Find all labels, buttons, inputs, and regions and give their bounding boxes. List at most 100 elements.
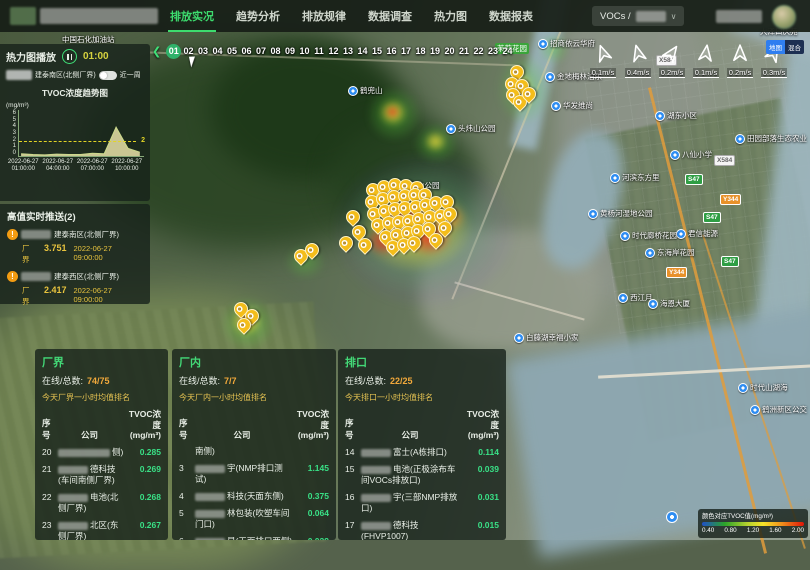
- map-label[interactable]: 时代山湖海: [738, 382, 788, 393]
- table-header: 序号 公司 TVOC浓度(mg/m³): [345, 409, 499, 441]
- wind-speed: 0.2m/s: [659, 68, 686, 78]
- hour-17[interactable]: 17: [399, 44, 414, 59]
- hour-06[interactable]: 06: [239, 44, 254, 59]
- menu-item[interactable]: 趋势分析: [236, 8, 280, 24]
- menu-item[interactable]: 排放规律: [302, 8, 346, 24]
- map-label[interactable]: 海恩大厦: [648, 298, 690, 309]
- menu-item[interactable]: 排放实况: [170, 8, 214, 24]
- hour-11[interactable]: 11: [312, 44, 327, 59]
- map-label[interactable]: 田园部落生态农业: [735, 133, 807, 144]
- map-label[interactable]: 君信能源: [676, 228, 718, 239]
- map-label[interactable]: 河滨东方里: [610, 172, 660, 183]
- table-row[interactable]: 4 科技(天面东侧) 0.375: [179, 491, 329, 502]
- row-number: 15: [345, 464, 361, 474]
- avatar[interactable]: [772, 5, 796, 29]
- poi-icon: [545, 72, 555, 82]
- table-row[interactable]: 15 电池(正极涂布车间VOCs排放口) 0.039: [345, 464, 499, 486]
- wind-arrow-icon: [627, 42, 649, 64]
- station-select-redacted[interactable]: [6, 70, 32, 80]
- poi-icon: [735, 134, 745, 144]
- x-tick: 2022-06-2710:00:00: [110, 159, 145, 173]
- hour-16[interactable]: 16: [384, 44, 399, 59]
- company-redacted: [361, 449, 391, 457]
- chevron-down-icon: ∨: [671, 12, 677, 21]
- hour-03[interactable]: 03: [196, 44, 211, 59]
- hour-10[interactable]: 10: [297, 44, 312, 59]
- road-badge: S47: [685, 174, 703, 185]
- hour-04[interactable]: 04: [210, 44, 225, 59]
- hour-18[interactable]: 18: [413, 44, 428, 59]
- hour-13[interactable]: 13: [341, 44, 356, 59]
- pollutant-select[interactable]: VOCs / ∨: [592, 6, 684, 26]
- map-type-button[interactable]: 混合: [785, 40, 804, 54]
- poi-icon: [750, 405, 760, 415]
- map-label[interactable]: 华发维尚: [551, 100, 593, 111]
- row-number: 14: [345, 447, 361, 457]
- hour-23[interactable]: 23: [486, 44, 501, 59]
- username-redacted: [716, 10, 762, 23]
- hour-20[interactable]: 20: [442, 44, 457, 59]
- table-row[interactable]: 22 电池(北侧厂界) 0.268: [42, 492, 161, 514]
- menu-item[interactable]: 数据报表: [489, 8, 533, 24]
- table-row[interactable]: 17 德科技(FHVP1007) 0.015: [345, 520, 499, 540]
- hour-24[interactable]: 24: [500, 44, 515, 59]
- scroll-left-icon[interactable]: ❮: [152, 45, 161, 58]
- map-label[interactable]: 东海岸花园: [645, 247, 695, 258]
- poi-icon: [610, 173, 620, 183]
- terrain-city-grid: [582, 36, 810, 333]
- table-row[interactable]: 5 林包装(吹塑车间门口) 0.064: [179, 508, 329, 530]
- hour-22[interactable]: 22: [471, 44, 486, 59]
- tvoc-value: 0.031: [465, 492, 499, 502]
- table-row[interactable]: 14 富士(A栋排口) 0.114: [345, 447, 499, 458]
- push-time: 2022-06-27 09:00:00: [74, 244, 144, 262]
- map-label[interactable]: 鹤兜山: [348, 85, 383, 96]
- map-label[interactable]: 鹤洲新区公交: [750, 404, 807, 415]
- wind-indicator: 0.1m/s: [586, 44, 620, 80]
- table-row[interactable]: 16 宇(三部NMP排放口) 0.031: [345, 492, 499, 514]
- hour-15[interactable]: 15: [370, 44, 385, 59]
- online-label: 在线/总数:: [345, 376, 386, 386]
- table-row[interactable]: 20 侧) 0.285: [42, 447, 161, 458]
- table-row[interactable]: 3 宇(NMP排口测试) 1.145: [179, 463, 329, 485]
- hour-05[interactable]: 05: [225, 44, 240, 59]
- x-tick: 2022-06-2707:00:00: [75, 159, 110, 173]
- map-label[interactable]: 湖东小区: [655, 110, 697, 121]
- map-type-button[interactable]: 地图: [766, 40, 785, 54]
- table-row[interactable]: 23 北区(东侧厂界) 0.267: [42, 520, 161, 540]
- hour-14[interactable]: 14: [355, 44, 370, 59]
- week-toggle[interactable]: [99, 71, 117, 80]
- push-item[interactable]: ! 建泰西区(北侧厂界) 厂界 2.417 2022-06-27 09:00:0…: [7, 271, 143, 307]
- push-time: 2022-06-27 09:00:00: [74, 286, 144, 304]
- map-label[interactable]: 黄杨河湿地公园: [588, 208, 653, 219]
- x-axis-labels: 2022-06-2701:00:002022-06-2704:00:002022…: [6, 159, 144, 173]
- hour-21[interactable]: 21: [457, 44, 472, 59]
- table-row[interactable]: 21 德科技(车间南侧厂界) 0.269: [42, 464, 161, 486]
- company-redacted: [195, 510, 225, 518]
- hour-07[interactable]: 07: [254, 44, 269, 59]
- map-label[interactable]: 八仙小学: [670, 149, 712, 160]
- map-label[interactable]: 头炜山公园: [446, 123, 496, 134]
- menu-item[interactable]: 数据调查: [368, 8, 412, 24]
- hour-09[interactable]: 09: [283, 44, 298, 59]
- hour-12[interactable]: 12: [326, 44, 341, 59]
- map-label[interactable]: 白藤湖幸福小家: [514, 332, 579, 343]
- boundary-rank-panel: 厂界 在线/总数:74/75 今天厂界一小时均值排名 序号 公司 TVOC浓度(…: [35, 349, 168, 540]
- wind-speed: 0.2m/s: [727, 68, 754, 78]
- hour-19[interactable]: 19: [428, 44, 443, 59]
- poi-icon: [738, 383, 748, 393]
- panel-title: 高值实时推送(2): [7, 209, 143, 223]
- hour-08[interactable]: 08: [268, 44, 283, 59]
- company-redacted: [361, 494, 391, 502]
- road-badge: S47: [721, 256, 739, 267]
- push-item[interactable]: ! 建泰南区(北侧厂界) 厂界 3.751 2022-06-27 09:00:0…: [7, 229, 143, 265]
- menu-item[interactable]: 热力图: [434, 8, 467, 24]
- pause-button[interactable]: [62, 49, 77, 64]
- map-label[interactable]: 时代廊桥花园: [620, 230, 677, 241]
- wind-indicator: 0.2m/s: [655, 44, 689, 80]
- table-row[interactable]: 6 显(天面排口西侧) 0.029: [179, 536, 329, 540]
- station-name: 建泰西区(北侧厂界): [54, 271, 119, 282]
- wind-indicator: 0.2m/s: [723, 44, 757, 80]
- company-name: 科技(天面东侧): [227, 491, 284, 501]
- hour-01[interactable]: 01: [166, 44, 181, 59]
- outlet-rank-panel: 排口 在线/总数:22/25 今天排口一小时均值排名 序号 公司 TVOC浓度(…: [338, 349, 506, 540]
